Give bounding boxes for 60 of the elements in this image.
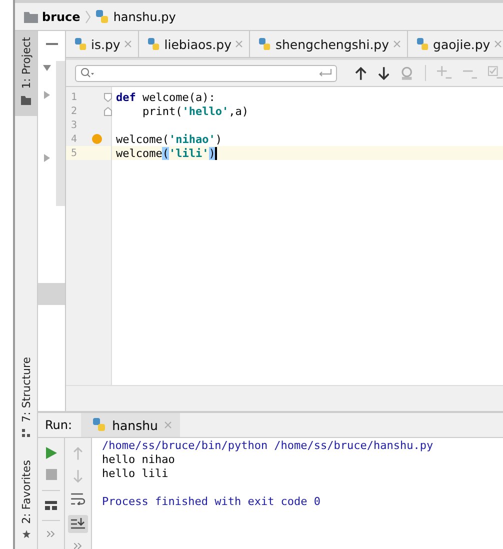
run-tab[interactable]: hanshu bbox=[81, 413, 180, 437]
line-number: 5 bbox=[70, 148, 78, 158]
console-line: /home/ss/bruce/bin/python /home/ss/bruce/hanshu.py bbox=[102, 438, 434, 452]
close-icon[interactable] bbox=[164, 421, 172, 429]
scroll-to-end-button[interactable] bbox=[68, 515, 88, 534]
editor-tab[interactable]: liebiaos.py bbox=[139, 31, 250, 57]
close-icon[interactable] bbox=[494, 40, 502, 48]
python-file-icon bbox=[75, 38, 87, 50]
structure-icon bbox=[21, 428, 31, 438]
console-line: Process finished with exit code 0 bbox=[102, 494, 321, 508]
editor-tab[interactable]: gaojie.py bbox=[408, 31, 503, 57]
line-number: 2 bbox=[70, 106, 78, 116]
search-icon bbox=[80, 67, 94, 79]
breadcrumb-item[interactable]: bruce bbox=[24, 10, 80, 24]
code-line: def welcome(a): bbox=[116, 90, 216, 104]
python-file-icon bbox=[96, 10, 110, 24]
more-icon[interactable] bbox=[47, 531, 55, 537]
stop-icon[interactable] bbox=[46, 469, 56, 480]
enter-icon bbox=[318, 68, 332, 78]
play-icon[interactable] bbox=[46, 447, 56, 459]
star-icon bbox=[20, 530, 32, 538]
line-number: 1 bbox=[70, 92, 78, 102]
tool-window-tab[interactable]: 7: Structure bbox=[15, 344, 37, 444]
folder-icon bbox=[24, 10, 38, 22]
line-number: 3 bbox=[70, 120, 78, 130]
tree-arrow-icon[interactable] bbox=[44, 154, 50, 162]
chevron-icon bbox=[85, 10, 92, 24]
editor-tab[interactable]: is.py bbox=[66, 31, 140, 57]
lightbulb-icon[interactable] bbox=[92, 134, 102, 144]
arrow-down-icon[interactable] bbox=[378, 66, 390, 80]
editor-tab[interactable]: shengchengshi.py bbox=[250, 31, 408, 57]
tool-window-tab[interactable]: 2: Favorites bbox=[15, 454, 37, 544]
folder-icon bbox=[21, 94, 31, 105]
find-all-icon[interactable] bbox=[400, 66, 414, 80]
python-icon bbox=[93, 418, 106, 432]
more-icon[interactable] bbox=[74, 543, 82, 549]
code-line: welcome('lili') bbox=[116, 146, 216, 160]
close-icon[interactable] bbox=[124, 40, 132, 48]
search-field[interactable] bbox=[75, 64, 337, 82]
python-file-icon bbox=[148, 38, 160, 50]
tree-arrow-icon[interactable] bbox=[43, 65, 51, 71]
line-number: 4 bbox=[70, 134, 78, 144]
python-file-icon bbox=[417, 38, 430, 50]
breadcrumb-item[interactable]: hanshu.py bbox=[96, 10, 176, 24]
arrow-up-icon[interactable] bbox=[355, 66, 367, 80]
console-line: hello lili bbox=[102, 466, 168, 480]
close-icon[interactable] bbox=[393, 40, 402, 48]
soft-wrap-icon[interactable] bbox=[71, 492, 85, 506]
layout-icon[interactable] bbox=[45, 501, 57, 510]
python-file-icon bbox=[259, 38, 272, 50]
code-line: welcome('nihao') bbox=[116, 132, 222, 146]
add-occurrence-icon[interactable] bbox=[437, 66, 452, 80]
run-label: Run: bbox=[44, 417, 74, 434]
console-line: hello nihao bbox=[102, 452, 175, 466]
scrollbar[interactable] bbox=[56, 61, 65, 206]
tree-arrow-icon[interactable] bbox=[44, 91, 50, 99]
select-all-icon[interactable] bbox=[488, 66, 503, 80]
close-icon[interactable] bbox=[235, 40, 244, 48]
tool-window-tab[interactable]: 1: Project bbox=[15, 31, 37, 116]
code-line: print('hello',a) bbox=[141, 104, 248, 118]
